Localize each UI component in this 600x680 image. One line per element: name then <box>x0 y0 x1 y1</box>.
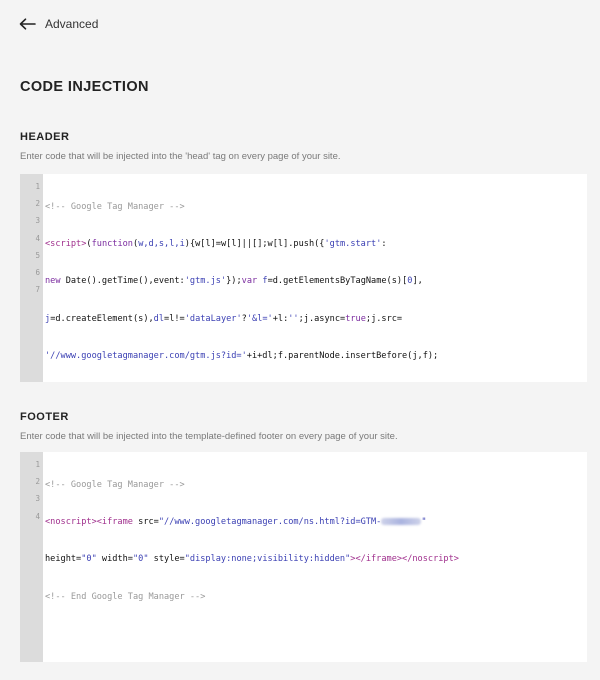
back-label: Advanced <box>45 17 99 31</box>
footer-code-content[interactable]: <!-- Google Tag Manager --> <noscript><i… <box>43 452 587 662</box>
line-number: 4 <box>35 233 40 243</box>
page-title: CODE INJECTION <box>20 79 149 95</box>
header-code-content[interactable]: <!-- Google Tag Manager --> <script>(fun… <box>43 174 587 382</box>
code-line: j=d.createElement(s),dl=l!='dataLayer'?'… <box>45 313 403 324</box>
line-number: 3 <box>35 494 40 504</box>
line-number: 1 <box>35 182 40 191</box>
line-number: 7 <box>35 285 40 295</box>
redacted-id <box>381 518 422 526</box>
line-number: 2 <box>35 199 40 209</box>
header-code-editor[interactable]: 1 2 3 4 5 6 7 <!-- Google Tag Manager --… <box>20 174 587 382</box>
line-number: 5 <box>35 250 40 260</box>
code-line: <script>(function(w,d,s,l,i){w[l]=w[l]||… <box>45 239 387 250</box>
line-number: 4 <box>35 511 40 521</box>
code-line: <!-- Google Tag Manager --> <box>45 202 185 212</box>
code-line: <noscript><iframe src="//www.googletagma… <box>45 517 427 528</box>
line-number: 1 <box>35 460 40 469</box>
code-line: height="0" width="0" style="display:none… <box>45 554 459 565</box>
code-line: '//www.googletagmanager.com/gtm.js?id='+… <box>45 350 439 361</box>
header-section-description: Enter code that will be injected into th… <box>20 151 341 162</box>
back-button[interactable]: Advanced <box>19 17 98 31</box>
arrow-left-icon <box>19 18 36 30</box>
code-line: <!-- Google Tag Manager --> <box>45 480 185 490</box>
header-section-title: HEADER <box>20 131 70 143</box>
line-number-gutter: 1 2 3 4 <box>20 452 43 662</box>
code-line: <!-- End Google Tag Manager --> <box>45 591 206 602</box>
footer-section-title: FOOTER <box>20 411 69 423</box>
footer-code-editor[interactable]: 1 2 3 4 <!-- Google Tag Manager --> <nos… <box>20 452 587 662</box>
line-number-gutter: 1 2 3 4 5 6 7 <box>20 174 43 382</box>
line-number: 3 <box>35 216 40 226</box>
line-number: 2 <box>35 477 40 487</box>
code-line: new Date().getTime(),event:'gtm.js'});va… <box>45 276 423 287</box>
footer-section-description: Enter code that will be injected into th… <box>20 431 398 442</box>
line-number: 6 <box>35 267 40 277</box>
